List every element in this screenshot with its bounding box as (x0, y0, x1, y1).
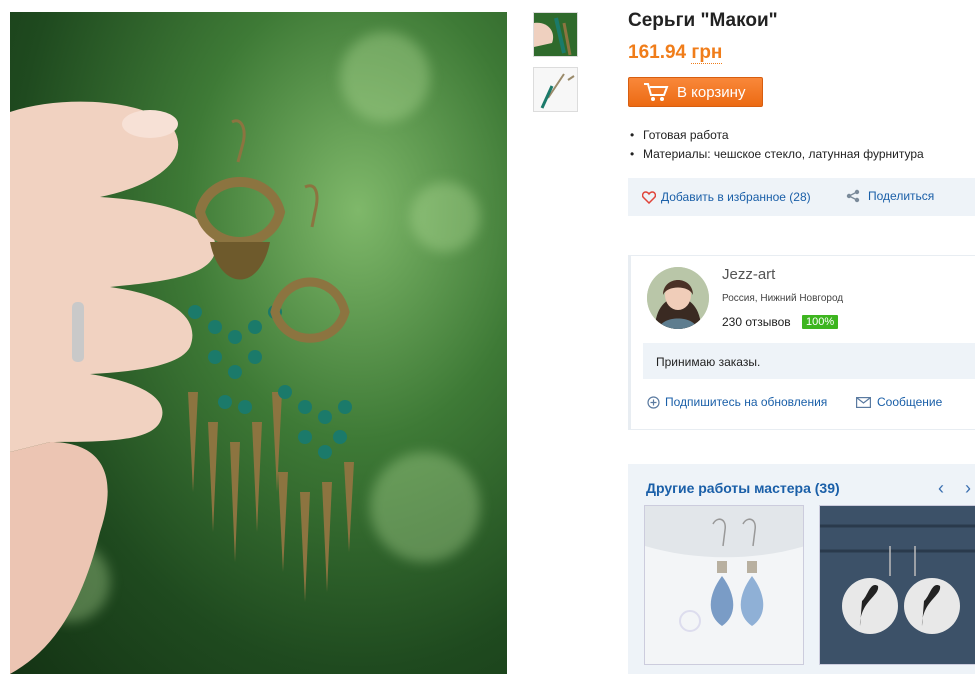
seller-name[interactable]: Jezz-art (722, 266, 775, 283)
share-icon (846, 189, 860, 203)
property-item: Материалы: чешское стекло, латунная фурн… (630, 147, 924, 166)
add-to-cart-button[interactable]: В корзину (628, 77, 763, 107)
other-works-title[interactable]: Другие работы мастера (39) (646, 480, 840, 496)
other-work-image (645, 506, 803, 664)
seller-location: Россия, Нижний Новгород (722, 293, 844, 304)
main-product-photo[interactable] (10, 12, 507, 674)
seller-reviews[interactable]: 230 отзывов (722, 315, 791, 329)
envelope-icon (856, 396, 871, 408)
seller-card: Jezz-art Россия, Нижний Новгород 230 отз… (628, 255, 975, 430)
property-item: Готовая работа (630, 128, 924, 147)
cart-icon (644, 83, 669, 101)
other-works-section: Другие работы мастера (39) ‹ › (628, 464, 975, 674)
chevron-left-icon[interactable]: ‹ (938, 478, 944, 499)
share-label: Поделиться (868, 189, 935, 203)
thumbnail-1[interactable] (533, 12, 578, 57)
rating-badge: 100% (802, 315, 839, 329)
product-title: Серьги "Макои" (628, 10, 778, 31)
favorites-label: Добавить в избранное (28) (661, 190, 811, 204)
thumbnail-2[interactable] (533, 67, 578, 112)
subscribe-label: Подпишитесь на обновления (665, 395, 828, 409)
other-work-item[interactable] (644, 505, 804, 665)
price-currency[interactable]: грн (691, 42, 723, 64)
seller-announcement: Принимаю заказы. (643, 343, 975, 379)
message-link[interactable]: Сообщение (856, 395, 942, 409)
add-to-favorites-link[interactable]: Добавить в избранное (28) (642, 190, 811, 204)
price-value: 161.94 (628, 42, 687, 63)
other-work-item[interactable] (819, 505, 975, 665)
share-link[interactable]: Поделиться (846, 189, 934, 203)
seller-avatar[interactable] (647, 267, 709, 329)
product-page: Серьги "Макои" 161.94 грн В корзину Гото… (0, 0, 975, 674)
subscribe-link[interactable]: Подпишитесь на обновления (647, 395, 827, 409)
other-work-image (820, 506, 975, 664)
message-label: Сообщение (877, 395, 943, 409)
product-price: 161.94 грн (628, 42, 723, 64)
thumbnail-list (533, 12, 578, 122)
plus-circle-icon (647, 395, 660, 409)
product-properties: Готовая работа Материалы: чешское стекло… (630, 128, 924, 166)
earrings-illustration (10, 101, 354, 674)
add-to-cart-label: В корзину (677, 83, 746, 101)
heart-icon (642, 190, 656, 204)
product-actions: Добавить в избранное (28) Поделиться (628, 178, 975, 216)
chevron-right-icon[interactable]: › (965, 478, 971, 499)
